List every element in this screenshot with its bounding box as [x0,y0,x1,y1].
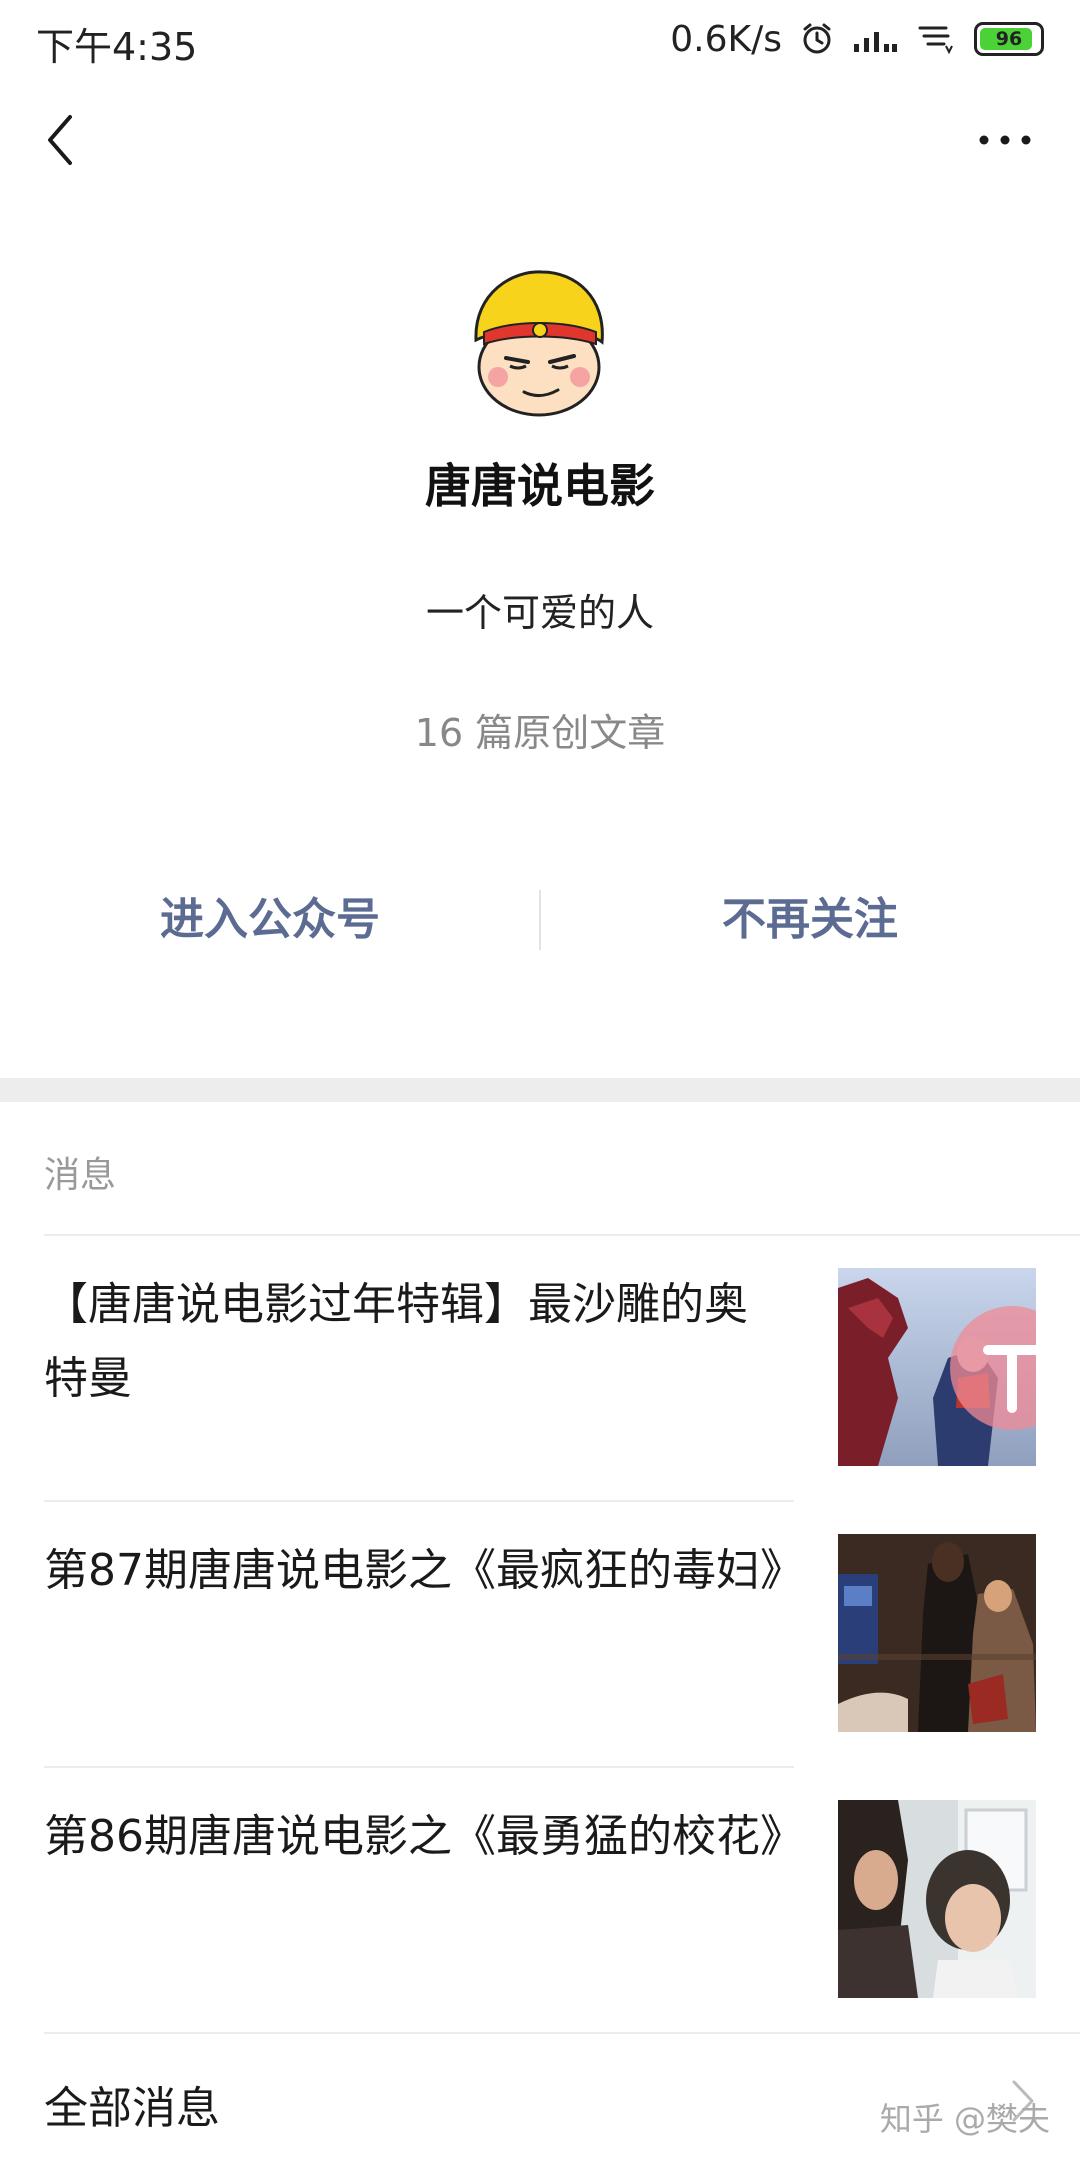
divider [44,1766,794,1768]
divider [44,2032,1080,2034]
chevron-left-icon [48,115,72,165]
more-dots-icon [979,135,1031,145]
article-thumbnail [838,1800,1036,1998]
article-count: 16 篇原创文章 [414,711,666,755]
article-title: 第86期唐唐说电影之《最勇猛的校花》 [44,1811,804,1862]
section-divider [0,1078,1080,1102]
article-item[interactable]: 第87期唐唐说电影之《最疯狂的毒妇》 [44,1534,1080,1734]
status-time: 下午4:35 [36,25,198,69]
status-bar: 下午4:35 0.6K/s 96 [0,0,1080,80]
battery-level: 96 [995,28,1023,50]
account-description: 一个可爱的人 [425,591,654,635]
unfollow-button[interactable]: 不再关注 [540,880,1080,960]
article-item[interactable]: 【唐唐说电影过年特辑】最沙雕的奥特曼 [44,1268,1080,1468]
divider [44,1500,794,1502]
messages-section-title: 消息 [44,1155,117,1196]
wifi-icon [916,22,956,56]
network-speed: 0.6K/s [670,18,782,60]
nav-bar [0,80,1080,200]
account-name: 唐唐说电影 [425,459,655,513]
article-item[interactable]: 第86期唐唐说电影之《最勇猛的校花》 [44,1800,1080,2000]
all-messages-link[interactable]: 全部消息 [44,2072,220,2136]
more-button[interactable] [960,100,1050,180]
signal-icon [852,24,898,54]
article-thumbnail [838,1268,1036,1466]
article-thumbnail [838,1534,1036,1732]
status-icons: 0.6K/s 96 [670,14,1044,64]
action-row: 进入公众号 不再关注 [0,880,1080,960]
avatar[interactable] [464,262,614,422]
article-title: 第87期唐唐说电影之《最疯狂的毒妇》 [44,1545,804,1596]
article-title: 【唐唐说电影过年特辑】最沙雕的奥特曼 [44,1279,748,1404]
watermark: 知乎 @樊夫 [879,2100,1050,2138]
enter-account-button[interactable]: 进入公众号 [0,880,540,960]
back-button[interactable] [30,100,90,180]
alarm-icon [800,22,834,56]
battery-icon: 96 [974,22,1044,56]
divider [44,1234,1080,1236]
